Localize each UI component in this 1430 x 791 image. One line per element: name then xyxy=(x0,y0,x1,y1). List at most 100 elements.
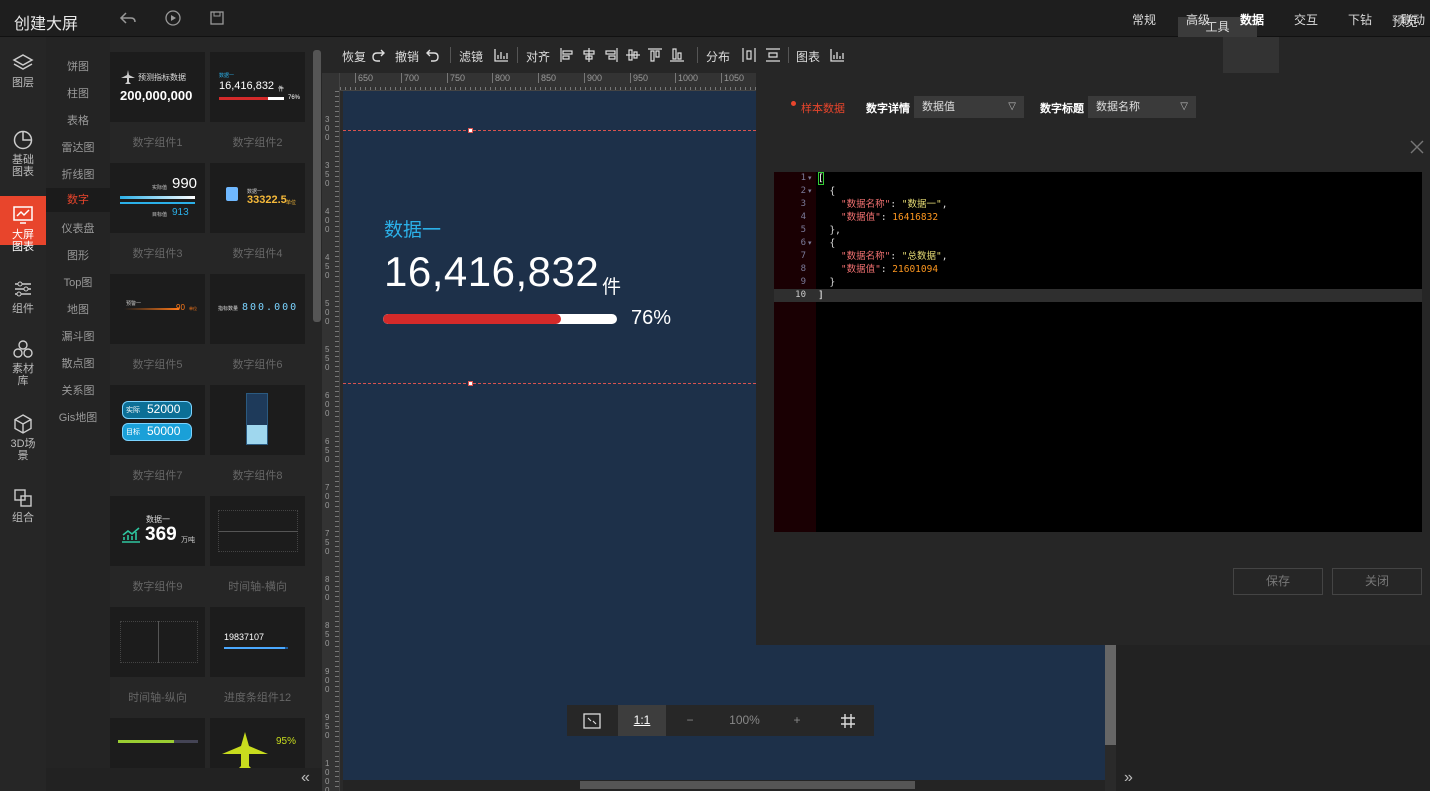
thumb-progress-list[interactable] xyxy=(110,718,205,768)
align-button[interactable]: 对齐 xyxy=(526,48,550,65)
fold-icon[interactable]: ▾ xyxy=(808,187,812,195)
category-relation[interactable]: 关系图 xyxy=(46,382,110,398)
fit-screen-icon xyxy=(583,713,601,729)
filter-button[interactable]: 滤镜 xyxy=(459,48,483,65)
close-icon[interactable] xyxy=(1410,140,1424,154)
zoom-1-1-button[interactable]: 1:1 xyxy=(618,705,666,736)
tab-drilldown[interactable]: 下钻 xyxy=(1348,11,1372,28)
nav-item-basic-charts[interactable]: 基础图表 xyxy=(0,129,46,178)
thumb-caption: 数字组件8 xyxy=(232,470,283,482)
distribute-v-icon[interactable] xyxy=(765,47,781,63)
fit-screen-button[interactable] xyxy=(567,705,617,736)
distribute-h-icon[interactable] xyxy=(741,47,757,63)
undo-button[interactable]: 撤销 xyxy=(395,48,419,65)
number-title-label: 数字标题 xyxy=(1040,103,1084,115)
thumb-caption: 数字组件7 xyxy=(132,470,183,482)
thumb-number-3[interactable]: 实际值 990 目标值 913 xyxy=(110,163,205,233)
thumb-caption: 进度条组件12 xyxy=(223,692,292,704)
zoom-in-button[interactable]: + xyxy=(779,705,815,736)
widget-value[interactable]: 16,416,832 xyxy=(384,248,599,296)
align-bottom-icon[interactable] xyxy=(669,47,685,63)
align-left-icon[interactable] xyxy=(559,47,575,63)
save-icon[interactable] xyxy=(208,9,226,27)
thumb-number-2[interactable]: 数据一 16,416,832 件 76% xyxy=(210,52,305,122)
trend-up-icon xyxy=(122,527,140,543)
category-pie[interactable]: 饼图 xyxy=(46,58,110,74)
thumb-number-1[interactable]: 预测指标数据 200,000,000 xyxy=(110,52,205,122)
guide-line xyxy=(343,130,756,131)
materials-icon xyxy=(13,340,33,358)
nav-item-materials[interactable]: 素材库 xyxy=(0,338,46,387)
thumb-number-5[interactable]: 预警一 90 单位 xyxy=(110,274,205,344)
tab-data[interactable]: 数据 xyxy=(1240,11,1264,28)
nav-item-layers[interactable]: 图层 xyxy=(0,52,46,89)
category-number[interactable]: 数字 xyxy=(46,188,110,212)
category-gauge[interactable]: 仪表盘 xyxy=(46,220,110,236)
tab-general[interactable]: 常规 xyxy=(1132,11,1156,28)
close-button[interactable]: 关闭 xyxy=(1332,568,1422,595)
undo-icon[interactable] xyxy=(424,47,440,63)
save-button[interactable]: 保存 xyxy=(1233,568,1323,595)
gallery-scrollbar[interactable] xyxy=(313,50,321,322)
category-top[interactable]: Top图 xyxy=(46,274,110,290)
category-gis-map[interactable]: Gis地图 xyxy=(46,409,110,425)
nav-item-screen-charts[interactable]: 大屏图表 xyxy=(0,196,46,253)
json-editor[interactable] xyxy=(774,172,1422,532)
thumb-progress-12[interactable]: 19837107 xyxy=(210,607,305,677)
redo-icon[interactable] xyxy=(371,47,387,63)
chart-button[interactable]: 图表 xyxy=(796,48,820,65)
category-funnel[interactable]: 漏斗图 xyxy=(46,328,110,344)
thumb-caption: 数字组件9 xyxy=(132,581,183,593)
bar-chart-icon[interactable] xyxy=(493,47,509,63)
grid-toggle-button[interactable] xyxy=(825,705,871,736)
thumb-number-4[interactable]: 数据一 33322.5 单位 xyxy=(210,163,305,233)
thumb-number-9[interactable]: 数据一 369 万吨 xyxy=(110,496,205,566)
align-right-icon[interactable] xyxy=(603,47,619,63)
play-icon[interactable] xyxy=(164,9,182,27)
align-center-h-icon[interactable] xyxy=(581,47,597,63)
fold-icon[interactable]: ▾ xyxy=(808,174,812,182)
category-bar[interactable]: 柱图 xyxy=(46,85,110,101)
collapse-right-icon[interactable]: » xyxy=(1124,769,1133,787)
thumb-number-8[interactable] xyxy=(210,385,305,455)
code-line: "数据名称": "数据一", xyxy=(840,199,948,210)
collapse-left-icon[interactable]: « xyxy=(301,769,310,787)
category-map[interactable]: 地图 xyxy=(46,301,110,317)
thumb-timeline-vertical[interactable] xyxy=(110,607,205,677)
nav-item-components[interactable]: 组件 xyxy=(0,278,46,315)
tab-interaction[interactable]: 交互 xyxy=(1294,11,1318,28)
bar-chart-icon[interactable] xyxy=(829,47,845,63)
back-icon[interactable] xyxy=(119,9,137,27)
resize-handle[interactable] xyxy=(468,128,473,133)
canvas-vertical-scrollbar[interactable] xyxy=(1105,645,1116,745)
category-table[interactable]: 表格 xyxy=(46,112,110,128)
category-line[interactable]: 折线图 xyxy=(46,166,110,182)
number-detail-label: 数字详情 xyxy=(866,103,910,115)
tab-linkage[interactable]: 联动 xyxy=(1401,11,1425,28)
category-radar[interactable]: 雷达图 xyxy=(46,139,110,155)
distribute-button[interactable]: 分布 xyxy=(706,48,730,65)
number-title-select[interactable]: 数据名称 ▽ xyxy=(1088,96,1196,118)
nav-item-3d-scene[interactable]: 3D场景 xyxy=(0,413,46,462)
category-scatter[interactable]: 散点图 xyxy=(46,355,110,371)
thumb-timeline-horizontal[interactable] xyxy=(210,496,305,566)
align-center-v-icon[interactable] xyxy=(625,47,641,63)
thumb-airplane-progress[interactable]: 95% xyxy=(210,718,305,768)
align-top-icon[interactable] xyxy=(647,47,663,63)
zoom-out-button[interactable]: − xyxy=(672,705,708,736)
group-icon xyxy=(14,489,32,507)
layers-icon xyxy=(12,54,34,70)
widget-unit: 件 xyxy=(602,277,622,298)
thumb-number-6[interactable]: 指标数量 800.000 xyxy=(210,274,305,344)
resize-handle[interactable] xyxy=(468,381,473,386)
number-detail-select[interactable]: 数据值 ▽ xyxy=(914,96,1024,118)
thumb-number-7[interactable]: 实际 52000 目标 50000 xyxy=(110,385,205,455)
category-shape[interactable]: 图形 xyxy=(46,247,110,263)
thumb-caption: 数字组件2 xyxy=(232,137,283,149)
widget-title[interactable]: 数据一 xyxy=(384,215,441,242)
canvas-horizontal-scrollbar[interactable] xyxy=(580,781,915,789)
redo-button[interactable]: 恢复 xyxy=(342,48,366,65)
fold-icon[interactable]: ▾ xyxy=(808,239,812,247)
tab-advanced[interactable]: 高级 xyxy=(1186,11,1210,28)
nav-item-group[interactable]: 组合 xyxy=(0,487,46,524)
